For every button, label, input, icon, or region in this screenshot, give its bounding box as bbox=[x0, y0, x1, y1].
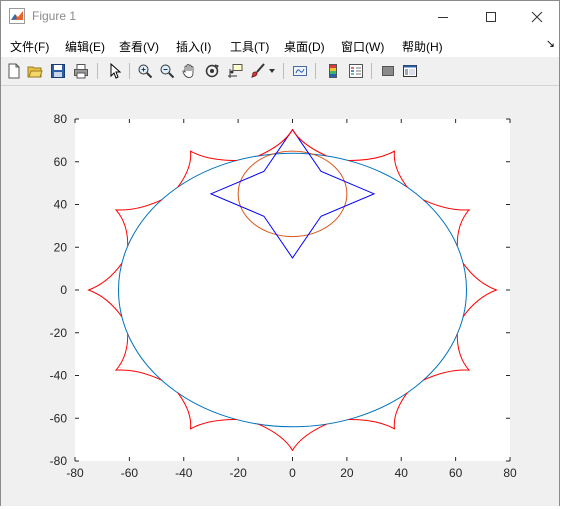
show-plot-tools-button[interactable] bbox=[400, 61, 420, 81]
matlab-icon bbox=[9, 8, 25, 24]
maximize-icon bbox=[486, 12, 496, 22]
show-plot-tools-icon bbox=[403, 65, 417, 77]
link-plot-icon bbox=[293, 66, 307, 76]
figure-toolbar bbox=[1, 57, 559, 86]
title-bar[interactable]: Figure 1 bbox=[1, 1, 559, 33]
print-icon bbox=[74, 64, 88, 79]
close-icon bbox=[531, 11, 543, 23]
y-tick-label: -60 bbox=[50, 411, 68, 425]
menu-view[interactable]: 查看(V) bbox=[119, 38, 159, 55]
window-title: Figure 1 bbox=[32, 9, 77, 23]
pan-button[interactable] bbox=[179, 61, 199, 81]
x-tick-label: -60 bbox=[121, 466, 139, 480]
pointer-icon bbox=[110, 63, 122, 79]
x-tick-label: -80 bbox=[66, 466, 84, 480]
close-button[interactable] bbox=[514, 1, 560, 33]
x-tick-label: -20 bbox=[229, 466, 247, 480]
colorbar-icon bbox=[329, 64, 337, 78]
minimize-button[interactable] bbox=[420, 1, 466, 33]
dock-arrow-icon[interactable]: ↘ bbox=[546, 37, 555, 50]
minimize-icon bbox=[438, 17, 448, 18]
figure-window: Figure 1 文件(F) 编辑(E) 查看(V) 插入(I) 工具(T) 桌… bbox=[0, 0, 560, 506]
data-cursor-icon bbox=[228, 64, 243, 78]
axes-background bbox=[75, 119, 510, 461]
brush-button[interactable] bbox=[248, 61, 268, 81]
print-button[interactable] bbox=[71, 61, 91, 81]
link-plot-button[interactable] bbox=[290, 61, 310, 81]
toolbar-separator bbox=[283, 63, 284, 79]
menu-help[interactable]: 帮助(H) bbox=[402, 38, 443, 55]
y-tick-label: 0 bbox=[60, 283, 67, 297]
x-tick-label: -40 bbox=[175, 466, 193, 480]
hide-plot-tools-icon bbox=[382, 66, 394, 76]
x-tick-label: 20 bbox=[340, 466, 354, 480]
toolbar-separator bbox=[129, 63, 130, 79]
y-tick-label: 20 bbox=[54, 240, 68, 254]
legend-button[interactable] bbox=[346, 61, 366, 81]
zoom-in-button[interactable] bbox=[135, 61, 155, 81]
pointer-button[interactable] bbox=[105, 61, 125, 81]
legend-icon bbox=[349, 64, 363, 78]
y-tick-label: 40 bbox=[54, 198, 68, 212]
x-tick-label: 40 bbox=[395, 466, 409, 480]
zoom-out-icon bbox=[160, 64, 175, 79]
y-tick-label: 60 bbox=[54, 155, 68, 169]
plot-svg[interactable]: -80 -60 -40 -20 0 20 40 60 80 -80 -60 -40 -20 0 20 40 60… bbox=[1, 86, 561, 506]
chevron-down-icon bbox=[269, 69, 275, 73]
new-figure-button[interactable] bbox=[4, 61, 24, 81]
y-tick-label: -20 bbox=[50, 326, 68, 340]
x-tick-label: 0 bbox=[289, 466, 296, 480]
toolbar-separator bbox=[371, 63, 372, 79]
rotate-3d-button[interactable] bbox=[202, 61, 222, 81]
x-tick-label: 60 bbox=[449, 466, 463, 480]
data-cursor-button[interactable] bbox=[225, 61, 245, 81]
menu-file[interactable]: 文件(F) bbox=[10, 38, 49, 55]
menu-edit[interactable]: 编辑(E) bbox=[65, 38, 105, 55]
y-tick-label: 80 bbox=[54, 112, 68, 126]
save-button[interactable] bbox=[48, 61, 68, 81]
toolbar-separator bbox=[97, 63, 98, 79]
rotate-3d-icon bbox=[205, 64, 220, 78]
colorbar-button[interactable] bbox=[323, 61, 343, 81]
menu-tools[interactable]: 工具(T) bbox=[230, 38, 269, 55]
zoom-in-icon bbox=[138, 64, 153, 79]
menu-insert[interactable]: 插入(I) bbox=[176, 38, 211, 55]
menu-window[interactable]: 窗口(W) bbox=[341, 38, 384, 55]
open-file-button[interactable] bbox=[25, 61, 45, 81]
y-tick-label: -80 bbox=[50, 454, 68, 468]
maximize-button[interactable] bbox=[468, 1, 514, 33]
hide-plot-tools-button[interactable] bbox=[378, 61, 398, 81]
pan-icon bbox=[182, 64, 194, 78]
menu-bar: 文件(F) 编辑(E) 查看(V) 插入(I) 工具(T) 桌面(D) 窗口(W… bbox=[1, 33, 559, 57]
save-icon bbox=[51, 64, 65, 78]
brush-icon bbox=[251, 63, 265, 78]
figure-canvas: -80 -60 -40 -20 0 20 40 60 80 -80 -60 -40 -20 0 20 40 60… bbox=[1, 86, 559, 506]
y-tick-label: -40 bbox=[50, 369, 68, 383]
open-file-icon bbox=[27, 66, 43, 78]
menu-desktop[interactable]: 桌面(D) bbox=[284, 38, 325, 55]
new-figure-icon bbox=[8, 63, 20, 79]
brush-dropdown[interactable] bbox=[267, 61, 277, 81]
x-tick-label: 80 bbox=[503, 466, 517, 480]
toolbar-separator bbox=[315, 63, 316, 79]
zoom-out-button[interactable] bbox=[157, 61, 177, 81]
